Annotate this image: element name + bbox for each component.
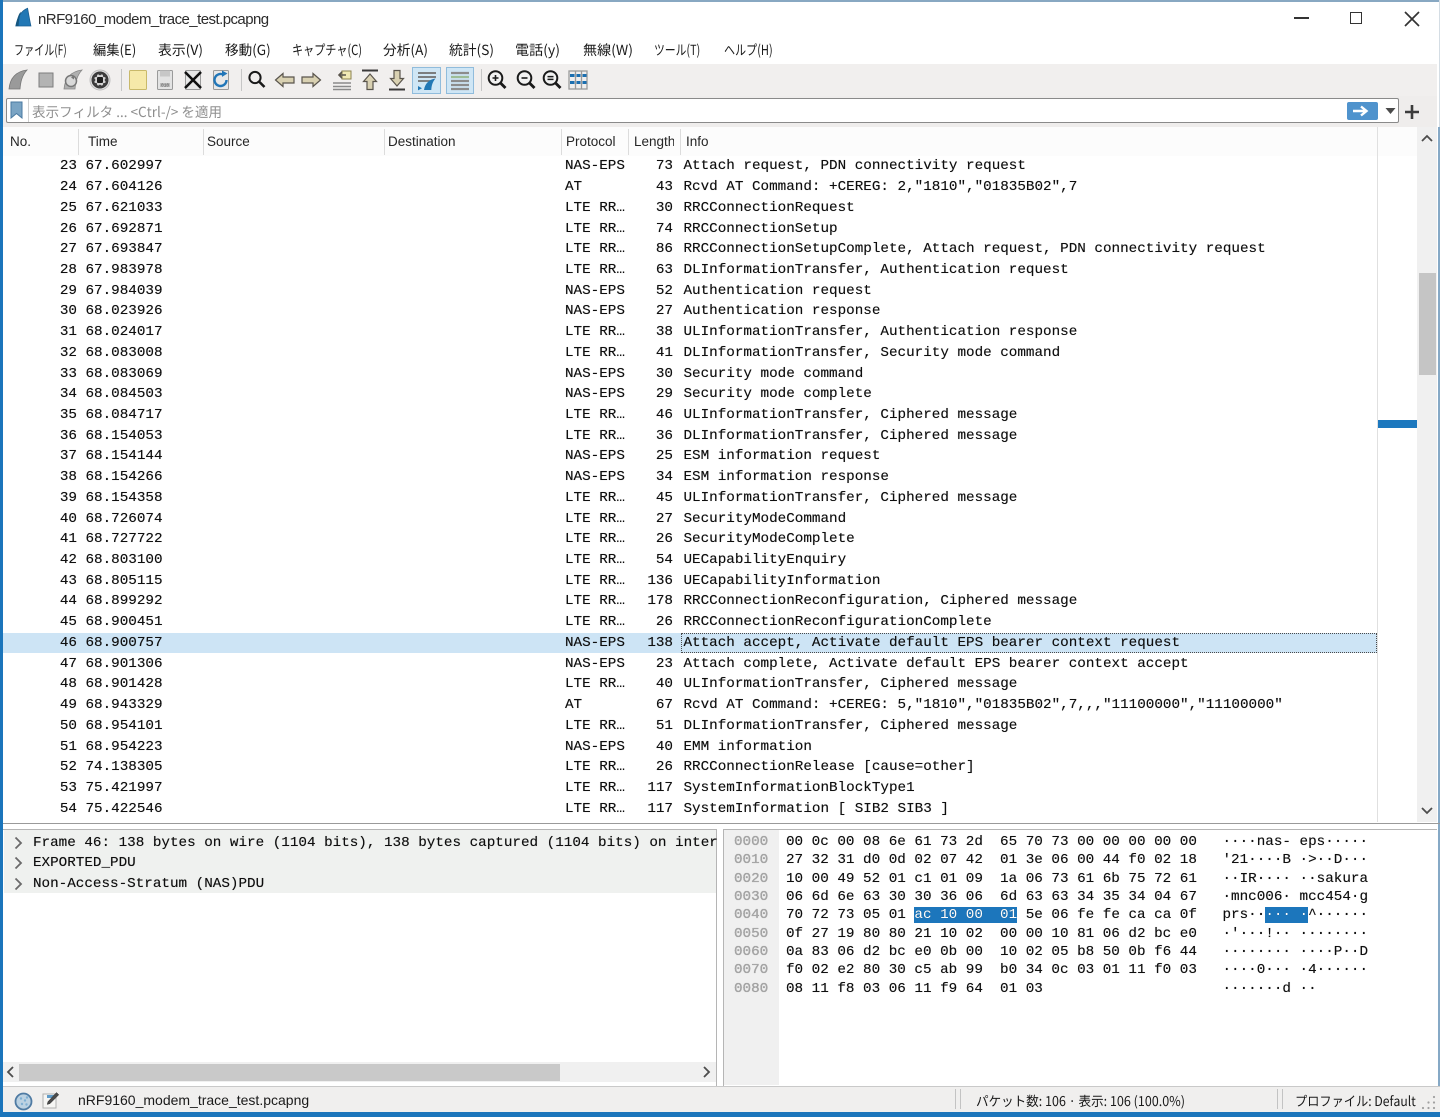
svg-text:010: 010 [161,83,169,89]
